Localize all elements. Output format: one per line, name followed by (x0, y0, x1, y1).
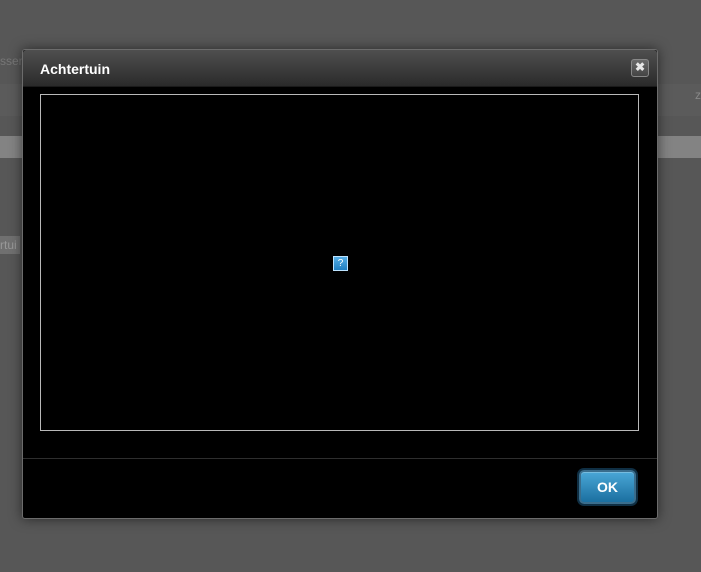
background-chip: rtui (0, 236, 20, 254)
close-icon[interactable]: ✖ (631, 59, 649, 77)
image-frame: ? (40, 94, 639, 431)
dialog-footer-divider (23, 458, 657, 459)
modal-dialog: Achtertuin ✖ ? OK (22, 49, 658, 519)
ok-button[interactable]: OK (579, 470, 636, 504)
background-text: sser (0, 54, 23, 68)
background-text-right: z (695, 88, 701, 102)
dialog-title: Achtertuin (40, 61, 110, 77)
dialog-titlebar: Achtertuin ✖ (23, 50, 657, 87)
broken-image-icon: ? (333, 256, 348, 271)
